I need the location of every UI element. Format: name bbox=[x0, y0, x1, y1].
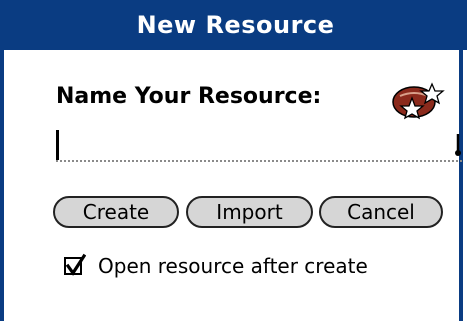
name-prompt-label: Name Your Resource: bbox=[56, 84, 322, 109]
text-cursor bbox=[56, 130, 59, 160]
open-after-create-label: Open resource after create bbox=[98, 254, 368, 278]
cancel-button[interactable]: Cancel bbox=[319, 196, 443, 228]
dialog-window: New Resource Name Your Resource: Create … bbox=[0, 0, 467, 321]
open-after-create-option[interactable]: Open resource after create bbox=[64, 250, 368, 282]
resource-app-icon bbox=[392, 82, 445, 120]
dialog-title: New Resource bbox=[136, 11, 335, 39]
import-button[interactable]: Import bbox=[186, 196, 313, 228]
checkmark-icon bbox=[65, 253, 86, 276]
graffiti-shift-icon bbox=[455, 134, 461, 156]
dialog-title-bar: New Resource bbox=[4, 0, 467, 50]
create-button[interactable]: Create bbox=[53, 196, 179, 228]
open-after-create-checkbox[interactable] bbox=[64, 253, 86, 276]
resource-name-input[interactable] bbox=[56, 128, 462, 162]
